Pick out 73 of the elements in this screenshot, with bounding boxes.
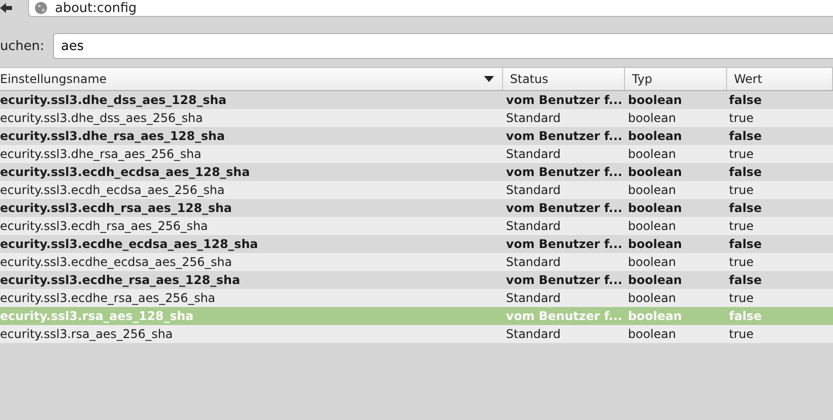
table-cell-text: true (728, 218, 755, 235)
table-cell-text: boolean (627, 254, 677, 271)
table-cell-text: boolean (627, 182, 677, 199)
table-cell-text: ecurity.ssl3.ecdh_ecdsa_aes_128_sha (0, 164, 251, 181)
table-row[interactable]: ecurity.ssl3.ecdh_rsa_aes_256_sha Standard boolean true (0, 217, 833, 235)
table-cell-text: ecurity.ssl3.ecdh_ecdsa_aes_256_sha (0, 182, 226, 199)
table-cell-text: true (728, 110, 755, 127)
table-cell-text: Standard (505, 218, 562, 235)
table-cell-text: Standard (505, 146, 562, 163)
sort-caret-icon (484, 76, 494, 82)
table-cell-text: Standard (505, 182, 562, 199)
table-cell-text: boolean (627, 290, 677, 307)
table-cell-text: ecurity.ssl3.ecdh_rsa_aes_128_sha (0, 200, 233, 217)
table-cell-text: ecurity.ssl3.dhe_dss_aes_256_sha (0, 110, 204, 127)
table-cell-text: boolean (627, 146, 677, 163)
table-cell-text: true (728, 254, 755, 271)
table-cell-text: false (728, 92, 763, 109)
table-cell-text: true (728, 326, 755, 343)
table-cell-text: false (728, 164, 763, 181)
table-row[interactable]: ecurity.ssl3.rsa_aes_256_sha Standard boolean true (0, 325, 833, 343)
table-cell-text: boolean (627, 308, 683, 325)
table-cell-text: ecurity.ssl3.ecdhe_ecdsa_aes_256_sha (0, 254, 233, 271)
table-cell-text: vom Benutzer f... (505, 308, 624, 325)
table-cell-text: vom Benutzer f... (505, 92, 624, 109)
column-header[interactable]: Status (503, 68, 625, 90)
table-cell-text: boolean (627, 110, 677, 127)
table-cell-text: ecurity.ssl3.ecdhe_rsa_aes_256_sha (0, 290, 216, 307)
address-bar[interactable]: about:config (28, 0, 833, 17)
table-cell-text: Standard (505, 290, 562, 307)
table-cell-text: true (728, 182, 755, 199)
table-row[interactable]: ecurity.ssl3.dhe_rsa_aes_256_sha Standard boolean true (0, 145, 833, 163)
table-cell-text: boolean (627, 164, 683, 181)
table-row[interactable]: ecurity.ssl3.ecdhe_rsa_aes_256_sha Standard boolean true (0, 289, 833, 307)
table-cell-text: false (728, 308, 763, 325)
table-cell-text: ecurity.ssl3.dhe_rsa_aes_128_sha (0, 128, 226, 145)
table-cell-text: false (728, 272, 763, 289)
table-cell-text: ecurity.ssl3.ecdhe_rsa_aes_128_sha (0, 272, 242, 289)
globe-icon (35, 2, 47, 14)
table-cell-text: true (728, 290, 755, 307)
table-cell-text: ecurity.ssl3.rsa_aes_128_sha (0, 308, 195, 325)
table-cell-text: false (728, 200, 763, 217)
table-cell-text: Standard (505, 326, 562, 343)
table-cell-text: ecurity.ssl3.rsa_aes_256_sha (0, 326, 174, 343)
column-header[interactable]: Typ (625, 68, 727, 90)
column-header[interactable]: Einstellungsname (0, 68, 503, 90)
table-cell-text: boolean (627, 218, 677, 235)
table-cell-text: boolean (627, 92, 683, 109)
table-cell-text: boolean (627, 272, 683, 289)
column-header[interactable]: Wert (727, 68, 833, 90)
search-field[interactable]: aes (53, 33, 833, 59)
table-cell-text: boolean (627, 326, 677, 343)
back-arrow-icon[interactable] (0, 2, 12, 14)
table-cell-text: ecurity.ssl3.ecdhe_ecdsa_aes_128_sha (0, 236, 259, 253)
table-row[interactable]: ecurity.ssl3.dhe_dss_aes_256_sha Standard boolean true (0, 109, 833, 127)
table-cell-text: vom Benutzer f... (505, 236, 624, 253)
table-cell-text: boolean (627, 200, 683, 217)
table-cell-text: ecurity.ssl3.dhe_rsa_aes_256_sha (0, 146, 202, 163)
table-cell-text: false (728, 128, 763, 145)
table-cell-text: Standard (505, 254, 562, 271)
table-cell-text: vom Benutzer f... (505, 128, 624, 145)
table-cell-text: vom Benutzer f... (505, 272, 624, 289)
table-cell-text: vom Benutzer f... (505, 164, 624, 181)
table-row[interactable]: ecurity.ssl3.ecdhe_ecdsa_aes_256_sha Standard boolean true (0, 253, 833, 271)
search-label: uchen: (0, 38, 46, 54)
table-cell-text: false (728, 236, 763, 253)
table-cell-text: ecurity.ssl3.ecdh_rsa_aes_256_sha (0, 218, 209, 235)
table-cell-text: boolean (627, 128, 683, 145)
table-cell-text: vom Benutzer f... (505, 200, 624, 217)
table-cell-text: true (728, 146, 755, 163)
table-cell-text: Standard (505, 110, 562, 127)
table-row[interactable]: ecurity.ssl3.ecdh_ecdsa_aes_256_sha Standard boolean true (0, 181, 833, 199)
table-cell-text: ecurity.ssl3.dhe_dss_aes_128_sha (0, 92, 228, 109)
table-cell-text: boolean (627, 236, 683, 253)
